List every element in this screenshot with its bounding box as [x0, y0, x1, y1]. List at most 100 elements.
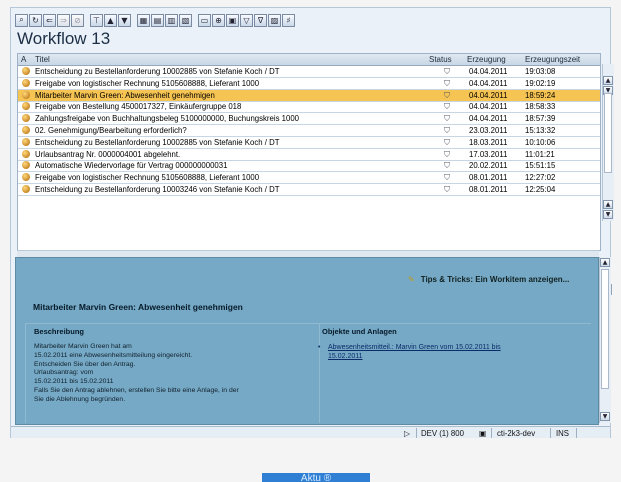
- beschreibung-heading: Beschreibung: [34, 327, 85, 336]
- status-icon: ⛉: [444, 173, 450, 183]
- scroll-down2-icon[interactable]: ▼: [603, 210, 613, 219]
- tips-tricks-link[interactable]: ✎ Tips & Tricks: Ein Workitem anzeigen...: [408, 275, 569, 284]
- workitem-icon: [22, 173, 30, 182]
- scroll-thumb[interactable]: [601, 269, 609, 389]
- forward-icon[interactable]: ⇒: [57, 13, 70, 27]
- refresh-icon[interactable]: ↻: [29, 13, 42, 27]
- workitem-icon: [22, 149, 30, 158]
- table-row[interactable]: Freigabe von logistischer Rechnung 51056…: [18, 78, 600, 90]
- table-row[interactable]: Urlaubsantrag Nr. 0000004001 abgelehnt. ⛉…: [18, 149, 600, 161]
- detail-title: Mitarbeiter Marvin Green: Abwesenheit ge…: [33, 302, 243, 312]
- col-erzeugung-header[interactable]: Erzeugung: [467, 55, 506, 64]
- detail-pane: ✎ Tips & Tricks: Ein Workitem anzeigen...…: [15, 257, 599, 425]
- detail-scrollbar[interactable]: ▲ ▼: [599, 257, 611, 423]
- description-line: Urlaubsantrag: vom: [34, 369, 94, 377]
- description-text: Mitarbeiter Marvin Green hat am 15.02.201…: [34, 343, 304, 405]
- table-row[interactable]: Freigabe von Bestellung 4500017327, Eink…: [18, 101, 600, 114]
- col-title-header[interactable]: Titel: [35, 55, 50, 64]
- row-date: 04.04.2011: [469, 67, 508, 76]
- status-icon: ⛉: [444, 185, 450, 194]
- col-status-header[interactable]: Status: [429, 55, 452, 64]
- workitem-icon: [22, 185, 30, 193]
- status-icon: ⛉: [444, 102, 450, 112]
- row-date: 20.02.2011: [469, 161, 508, 171]
- workitem-icon: [22, 161, 30, 170]
- row-date: 08.01.2011: [469, 173, 508, 183]
- workitem-icon: [22, 78, 30, 87]
- row-title: Freigabe von Bestellung 4500017327, Eink…: [35, 102, 242, 112]
- divider: [319, 323, 320, 423]
- settings-icon[interactable]: ▽: [240, 13, 253, 27]
- sort-down-icon[interactable]: ▼: [118, 13, 131, 27]
- back-icon[interactable]: ⇐: [43, 13, 56, 27]
- find-next-icon[interactable]: ⊕: [212, 13, 225, 27]
- status-icon: ⛉: [444, 126, 450, 135]
- bullet: •: [318, 344, 321, 351]
- description-line: 15.02.2011 eine Abwesenheitsmitteilung e…: [34, 351, 193, 359]
- row-time: 15:51:15: [525, 161, 556, 171]
- view-icon[interactable]: ▣: [226, 13, 239, 27]
- description-line: 15.02.2011 bis 15.02.2011: [34, 378, 114, 386]
- play-icon[interactable]: ▷: [404, 429, 410, 438]
- system-info: DEV (1) 800: [421, 429, 464, 438]
- table-row[interactable]: Entscheidung zu Bestellanforderung 10002…: [18, 137, 600, 149]
- attachment-link[interactable]: • Abwesenheitsmitteil.: Marvin Green vom…: [318, 343, 501, 361]
- grid-icon[interactable]: ▥: [165, 13, 178, 27]
- table-row[interactable]: 02. Genehmigung/Bearbeitung erforderlich…: [18, 125, 600, 137]
- find-icon[interactable]: ⌕: [15, 13, 28, 27]
- chart-icon[interactable]: ▨: [268, 13, 281, 27]
- print-icon[interactable]: ▭: [198, 13, 211, 27]
- col-erzeugungszeit-header[interactable]: Erzeugungszeit: [525, 55, 580, 64]
- attachment-link-line2[interactable]: 15.02.2011: [328, 352, 501, 361]
- row-time: 12:25:04: [525, 185, 556, 194]
- details-icon[interactable]: ▤: [151, 13, 164, 27]
- row-date: 23.03.2011: [469, 126, 508, 135]
- row-title: Zahlungsfreigabe von Buchhaltungsbeleg 5…: [35, 114, 299, 124]
- status-icon: ⛉: [444, 161, 450, 171]
- stop-icon[interactable]: ⊘: [71, 13, 84, 27]
- col-icon-header[interactable]: A: [21, 55, 26, 64]
- filter2-icon[interactable]: ∇: [254, 13, 267, 27]
- session-icon[interactable]: ▣: [479, 429, 486, 438]
- attachment-link-line1[interactable]: Abwesenheitsmitteil.: Marvin Green vom 1…: [328, 343, 501, 352]
- columns-icon[interactable]: ▧: [179, 13, 192, 27]
- tips-label[interactable]: Tips & Tricks: Ein Workitem anzeigen...: [421, 275, 570, 284]
- row-time: 19:02:19: [525, 78, 556, 88]
- table-header: A Titel Status Erzeugung Erzeugungszeit: [18, 54, 600, 66]
- workitem-table: A Titel Status Erzeugung Erzeugungszeit …: [17, 53, 612, 295]
- table-row[interactable]: Entscheidung zu Bestellanforderung 10002…: [18, 66, 600, 78]
- page-title: Workflow 13: [17, 29, 111, 48]
- row-date: 04.04.2011: [469, 78, 508, 88]
- filter-icon[interactable]: ⊤: [90, 13, 103, 27]
- table-row[interactable]: Mitarbeiter Marvin Green: Abwesenheit ge…: [18, 89, 600, 102]
- workitem-icon: [22, 67, 30, 75]
- row-title: Freigabe von logistischer Rechnung 51056…: [35, 173, 260, 183]
- splitter[interactable]: [17, 250, 599, 257]
- scroll-up-icon[interactable]: ▲: [603, 76, 613, 85]
- binoculars-icon[interactable]: ♯: [282, 13, 295, 27]
- row-title: Entscheidung zu Bestellanforderung 10002…: [35, 67, 280, 76]
- toolbar: ⌕ ↻ ⇐ ⇒ ⊘ ⊤ ▲ ▼ ▦ ▤ ▥ ▧ ▭ ⊕ ▣ ▽ ∇ ▨ ♯: [15, 10, 295, 30]
- table-row[interactable]: Freigabe von logistischer Rechnung 51056…: [18, 172, 600, 185]
- lightbulb-icon: ✎: [408, 275, 415, 284]
- row-time: 18:59:24: [525, 90, 556, 100]
- scroll-thumb[interactable]: [604, 93, 612, 173]
- table-row[interactable]: Automatische Wiedervorlage für Vertrag 0…: [18, 160, 600, 173]
- sap-workflow-window: ⌕ ↻ ⇐ ⇒ ⊘ ⊤ ▲ ▼ ▦ ▤ ▥ ▧ ▭ ⊕ ▣ ▽ ∇ ▨ ♯ Wo…: [10, 7, 614, 440]
- layout-icon[interactable]: ▦: [137, 13, 150, 27]
- aktu-button[interactable]: Aktu ®: [262, 473, 370, 482]
- row-time: 18:58:33: [525, 102, 556, 112]
- scroll-down-icon[interactable]: ▼: [600, 412, 610, 421]
- table-row[interactable]: Zahlungsfreigabe von Buchhaltungsbeleg 5…: [18, 113, 600, 126]
- scroll-up-icon[interactable]: ▲: [600, 258, 610, 267]
- status-icon: ⛉: [444, 67, 450, 76]
- table-row[interactable]: Entscheidung zu Bestellanforderung 10003…: [18, 184, 600, 196]
- scroll-up2-icon[interactable]: ▲: [603, 200, 613, 209]
- divider: [25, 323, 26, 423]
- status-icon: ⛉: [444, 137, 450, 147]
- vertical-scrollbar[interactable]: ▲ ▼ ▲ ▼: [602, 64, 614, 221]
- description-line: Falls Sie den Antrag ablehnen, erstellen…: [34, 386, 239, 394]
- sort-up-icon[interactable]: ▲: [104, 13, 117, 27]
- row-title: Entscheidung zu Bestellanforderung 10003…: [35, 185, 280, 194]
- divider: [25, 323, 591, 324]
